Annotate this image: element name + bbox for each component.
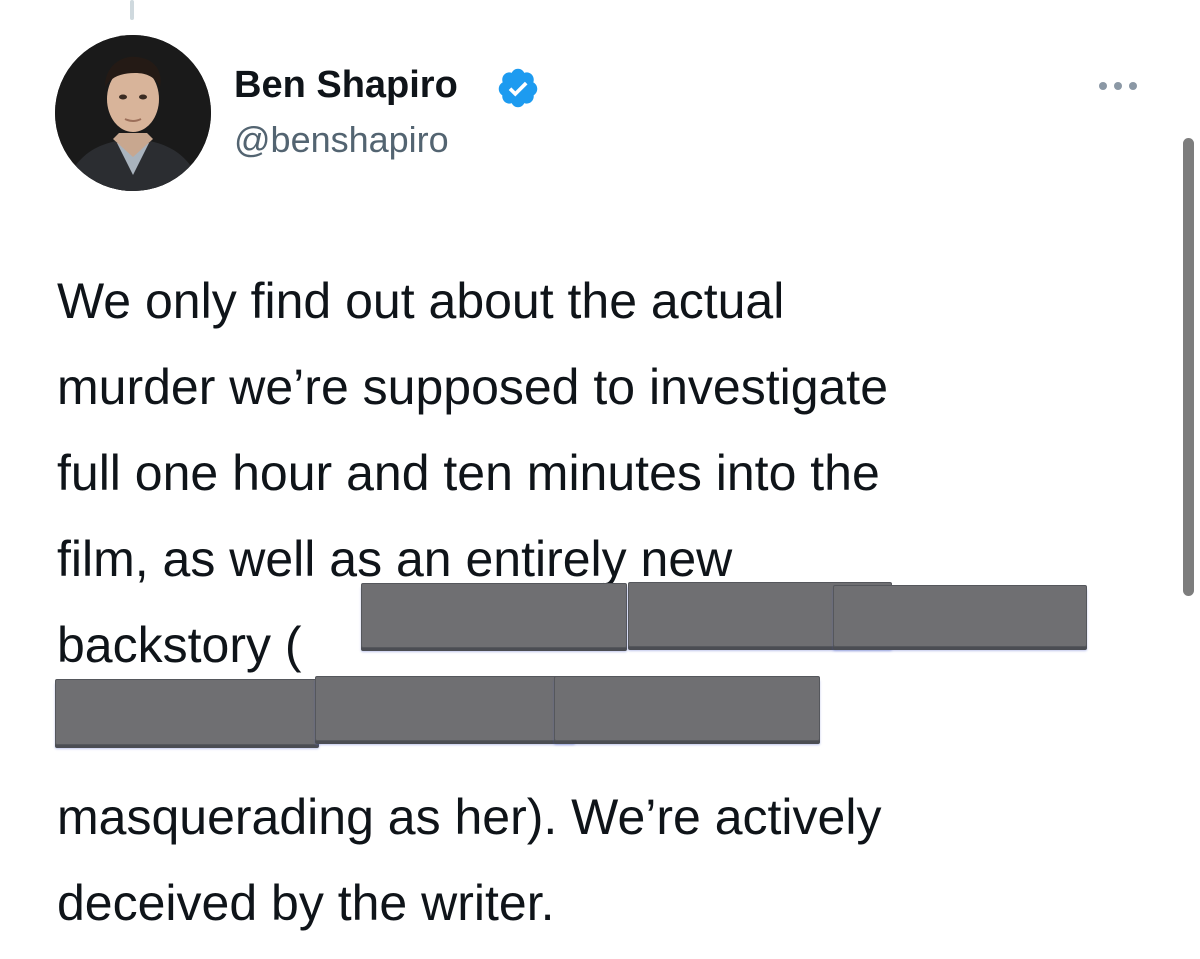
redaction-box	[554, 676, 820, 741]
tweet-text-line: masquerading as her). We’re actively	[57, 789, 882, 845]
redaction-box	[361, 583, 627, 648]
redaction-box	[55, 679, 319, 745]
tweet-text-line: deceived by the writer.	[57, 875, 555, 931]
avatar[interactable]	[55, 35, 211, 191]
redaction-box	[833, 585, 1087, 647]
more-options-icon[interactable]	[1094, 74, 1142, 98]
author-display-name[interactable]: Ben Shapiro	[234, 62, 458, 108]
tweet-view: Ben Shapiro @benshapiro We only find out…	[0, 0, 1200, 959]
tweet-text-line: murder we’re supposed to investigate	[57, 359, 889, 415]
profile-photo	[55, 35, 211, 191]
scrollbar-thumb[interactable]	[1183, 138, 1194, 596]
thread-connector-line	[130, 0, 134, 20]
redaction-box	[315, 676, 575, 741]
tweet-text-line: We only find out about the actual	[57, 273, 785, 329]
verified-badge-icon	[498, 68, 538, 108]
tweet-text-line: backstory (	[57, 617, 302, 673]
author-handle[interactable]: @benshapiro	[234, 118, 449, 162]
tweet-text-line: full one hour and ten minutes into the	[57, 445, 880, 501]
